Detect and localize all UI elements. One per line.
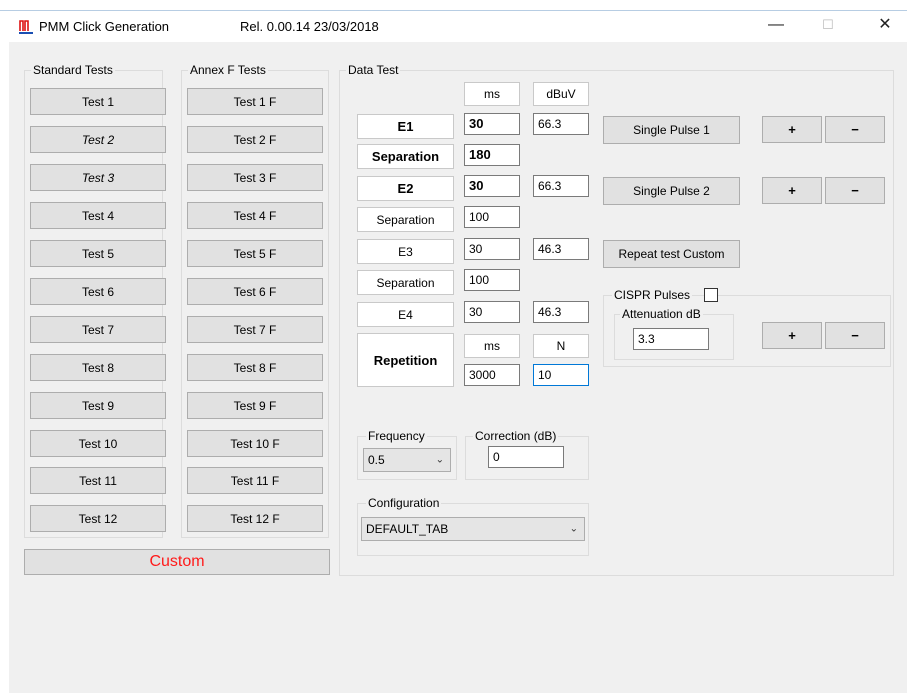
configuration-value: DEFAULT_TAB — [366, 522, 449, 536]
correction-input[interactable]: 0 — [488, 446, 564, 468]
plus-button-3[interactable]: + — [762, 322, 822, 349]
cispr-label: CISPR Pulses — [612, 288, 693, 302]
separation-2-label: Separation — [357, 207, 454, 232]
separation-2-input[interactable]: 100 — [464, 206, 520, 228]
app-logo-icon — [19, 19, 33, 35]
attenuation-input[interactable]: 3.3 — [633, 328, 709, 350]
test-11-button[interactable]: Test 11 — [30, 467, 166, 494]
test-5-button[interactable]: Test 5 — [30, 240, 166, 267]
e3-dbuv-input[interactable]: 46.3 — [533, 238, 589, 260]
plus-button-1[interactable]: + — [762, 116, 822, 143]
test-2f-button[interactable]: Test 2 F — [187, 126, 323, 153]
separation-1-label: Separation — [357, 144, 454, 169]
test-1f-button[interactable]: Test 1 F — [187, 88, 323, 115]
frequency-select[interactable]: 0.5 ⌄ — [363, 448, 451, 472]
test-5f-button[interactable]: Test 5 F — [187, 240, 323, 267]
repeat-test-custom-button[interactable]: Repeat test Custom — [603, 240, 740, 268]
e4-label: E4 — [357, 302, 454, 327]
test-11f-button[interactable]: Test 11 F — [187, 467, 323, 494]
release-info: Rel. 0.00.14 23/03/2018 — [240, 19, 379, 34]
single-pulse-1-button[interactable]: Single Pulse 1 — [603, 116, 740, 144]
e2-dbuv-input[interactable]: 66.3 — [533, 175, 589, 197]
test-3f-button[interactable]: Test 3 F — [187, 164, 323, 191]
separation-3-input[interactable]: 100 — [464, 269, 520, 291]
test-10f-button[interactable]: Test 10 F — [187, 430, 323, 457]
frequency-value: 0.5 — [368, 453, 385, 467]
e4-dbuv-input[interactable]: 46.3 — [533, 301, 589, 323]
app-title: PMM Click Generation — [39, 19, 170, 34]
e4-ms-input[interactable]: 30 — [464, 301, 520, 323]
test-8-button[interactable]: Test 8 — [30, 354, 166, 381]
chevron-down-icon: ⌄ — [435, 454, 444, 466]
test-3-button[interactable]: Test 3 — [30, 164, 166, 191]
repetition-ms-header: ms — [464, 334, 520, 358]
cispr-checkbox[interactable] — [704, 288, 718, 302]
custom-button[interactable]: Custom — [24, 549, 330, 575]
test-9f-button[interactable]: Test 9 F — [187, 392, 323, 419]
separation-1-input[interactable]: 180 — [464, 144, 520, 166]
test-12f-button[interactable]: Test 12 F — [187, 505, 323, 532]
title-bar: PMM Click Generation Rel. 0.00.14 23/03/… — [0, 10, 907, 42]
e3-ms-input[interactable]: 30 — [464, 238, 520, 260]
test-1-button[interactable]: Test 1 — [30, 88, 166, 115]
frequency-legend: Frequency — [366, 429, 427, 443]
repetition-n-input[interactable]: 10 — [533, 364, 589, 386]
repetition-ms-input[interactable]: 3000 — [464, 364, 520, 386]
test-12-button[interactable]: Test 12 — [30, 505, 166, 532]
separation-3-label: Separation — [357, 270, 454, 295]
e2-ms-input[interactable]: 30 — [464, 175, 520, 197]
repetition-n-header: N — [533, 334, 589, 358]
test-6f-button[interactable]: Test 6 F — [187, 278, 323, 305]
minus-button-2[interactable]: − — [825, 177, 885, 204]
ms-header: ms — [464, 82, 520, 106]
configuration-select[interactable]: DEFAULT_TAB ⌄ — [361, 517, 585, 541]
standard-tests-legend: Standard Tests — [31, 63, 115, 77]
close-button[interactable]: ✕ — [862, 15, 907, 39]
configuration-legend: Configuration — [366, 496, 442, 510]
e2-label: E2 — [357, 176, 454, 201]
test-6-button[interactable]: Test 6 — [30, 278, 166, 305]
test-9-button[interactable]: Test 9 — [30, 392, 166, 419]
e1-ms-input[interactable]: 30 — [464, 113, 520, 135]
minus-button-3[interactable]: − — [825, 322, 885, 349]
data-test-legend: Data Test — [346, 63, 401, 77]
chevron-down-icon: ⌄ — [569, 523, 578, 535]
e3-label: E3 — [357, 239, 454, 264]
correction-legend: Correction (dB) — [473, 429, 559, 443]
dbuv-header: dBuV — [533, 82, 589, 106]
e1-dbuv-input[interactable]: 66.3 — [533, 113, 589, 135]
test-4f-button[interactable]: Test 4 F — [187, 202, 323, 229]
e1-label: E1 — [357, 114, 454, 139]
single-pulse-2-button[interactable]: Single Pulse 2 — [603, 177, 740, 205]
test-8f-button[interactable]: Test 8 F — [187, 354, 323, 381]
test-10-button[interactable]: Test 10 — [30, 430, 166, 457]
minus-button-1[interactable]: − — [825, 116, 885, 143]
test-7-button[interactable]: Test 7 — [30, 316, 166, 343]
annex-tests-legend: Annex F Tests — [188, 63, 268, 77]
plus-button-2[interactable]: + — [762, 177, 822, 204]
repetition-label: Repetition — [357, 333, 454, 387]
maximize-button[interactable]: ☐ — [805, 15, 851, 39]
attenuation-label: Attenuation dB — [620, 307, 703, 321]
minimize-button[interactable]: — — [753, 15, 799, 39]
test-2-button[interactable]: Test 2 — [30, 126, 166, 153]
test-7f-button[interactable]: Test 7 F — [187, 316, 323, 343]
test-4-button[interactable]: Test 4 — [30, 202, 166, 229]
